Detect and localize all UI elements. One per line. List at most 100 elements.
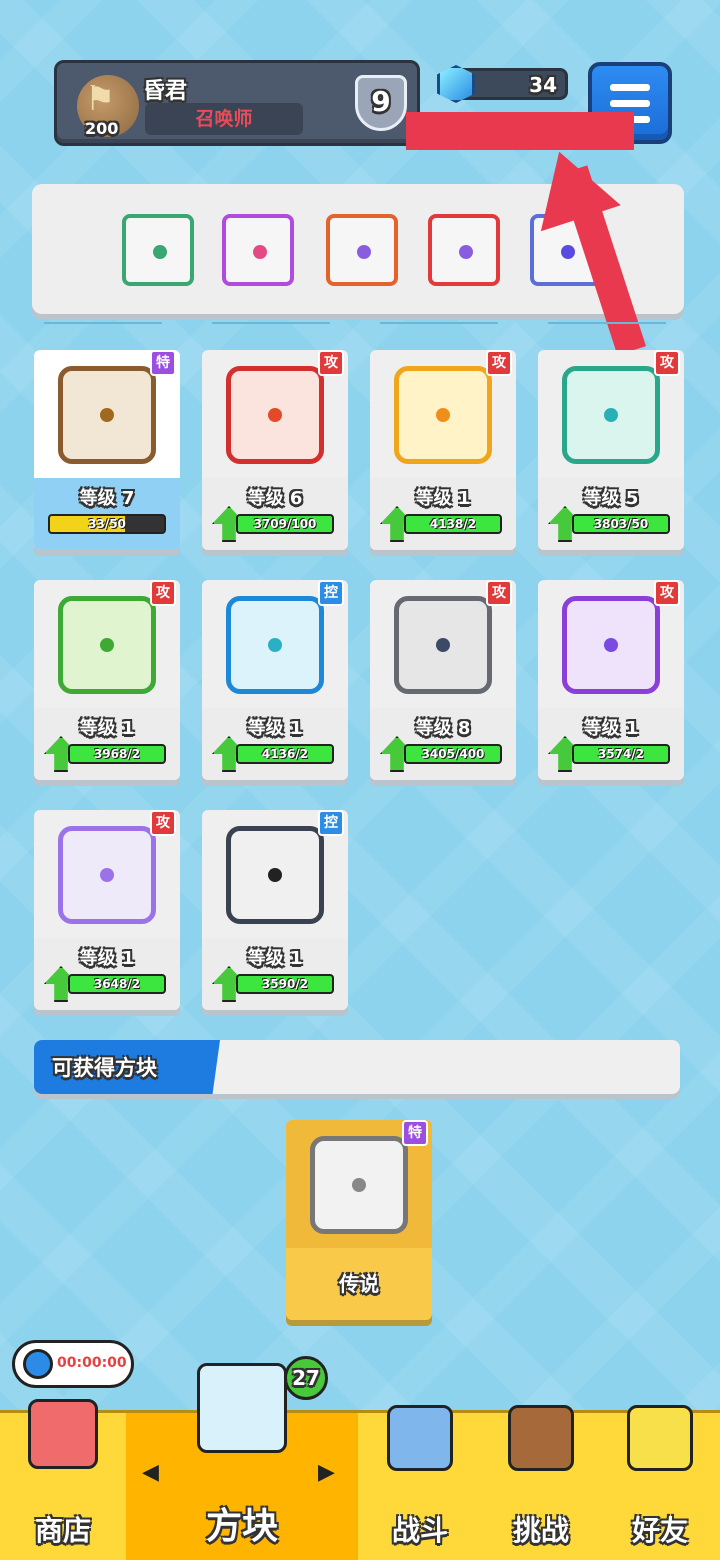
type-tag: 攻 xyxy=(486,580,512,606)
pip-icon xyxy=(253,245,267,259)
legend-label: 传说 xyxy=(339,1272,379,1296)
type-tag: 特 xyxy=(150,350,176,376)
xp-text: 33/50 xyxy=(88,517,126,531)
dice-icon xyxy=(58,826,156,924)
menu-icon-bar xyxy=(610,100,650,107)
gem-counter[interactable]: 34 xyxy=(437,65,568,103)
dice-box-icon xyxy=(197,1363,287,1453)
xp-bar: 3574/2 xyxy=(572,744,670,764)
pip-icon xyxy=(268,408,282,422)
stopwatch-icon xyxy=(23,1349,53,1379)
pip-icon xyxy=(459,245,473,259)
pip-icon xyxy=(436,638,450,652)
type-tag: 攻 xyxy=(150,580,176,606)
xp-bar: 3968/2 xyxy=(68,744,166,764)
divider xyxy=(212,322,330,324)
dice-card[interactable]: 控 等级 1 4136/2 xyxy=(202,580,348,780)
pip-icon xyxy=(268,868,282,882)
pip-icon xyxy=(100,408,114,422)
filter-all-icon[interactable] xyxy=(122,214,194,286)
xp-bar: 3709/100 xyxy=(236,514,334,534)
xp-text: 3405/400 xyxy=(421,747,485,761)
dice-card[interactable]: 攻 等级 8 3405/400 xyxy=(370,580,516,780)
dice-card[interactable]: 攻 等级 5 3803/50 xyxy=(538,350,684,550)
pip-icon xyxy=(100,868,114,882)
rank-number: 9 xyxy=(371,85,391,118)
type-tag: 攻 xyxy=(654,580,680,606)
type-tag: 攻 xyxy=(486,350,512,376)
xp-text: 4136/2 xyxy=(261,747,309,761)
type-tag: 特 xyxy=(402,1120,428,1146)
nav-challenge[interactable]: 挑战 xyxy=(482,1405,600,1560)
dice-card[interactable]: 攻 等级 1 3574/2 xyxy=(538,580,684,780)
card-level: 等级 1 xyxy=(247,718,303,739)
xp-bar: 33/50 xyxy=(48,514,166,534)
xp-text: 3803/50 xyxy=(593,517,649,531)
legend-dice-icon xyxy=(310,1136,408,1234)
challenge-icon xyxy=(508,1405,574,1471)
friends-icon xyxy=(627,1405,693,1471)
pip-icon xyxy=(268,638,282,652)
dice-card[interactable]: 控 等级 1 3590/2 xyxy=(202,810,348,1010)
bottom-nav: 商店 方块 战斗 挑战 好友 xyxy=(0,1363,720,1560)
xp-bar: 4136/2 xyxy=(236,744,334,764)
player-name: 昏君 xyxy=(143,79,188,104)
card-level: 等级 8 xyxy=(415,718,471,739)
obtainable-section-header: 可获得方块 xyxy=(34,1040,680,1094)
nav-battle-label: 战斗 xyxy=(391,1514,448,1547)
type-tag: 控 xyxy=(318,810,344,836)
card-level: 等级 6 xyxy=(247,488,303,509)
pip-icon xyxy=(604,638,618,652)
type-tag: 攻 xyxy=(150,810,176,836)
xp-text: 3709/100 xyxy=(253,517,317,531)
nav-friends[interactable]: 好友 xyxy=(600,1405,720,1560)
card-level: 等级 1 xyxy=(79,718,135,739)
chevron-right-icon[interactable]: ▶ xyxy=(318,1460,335,1485)
flag-icon: ⚑ xyxy=(85,79,116,119)
card-level: 等级 1 xyxy=(247,948,303,969)
dice-icon xyxy=(394,366,492,464)
gem-count: 34 xyxy=(529,73,557,97)
dice-icon xyxy=(58,596,156,694)
dice-card[interactable]: 攻 等级 1 3968/2 xyxy=(34,580,180,780)
chevron-left-icon[interactable]: ◀ xyxy=(142,1460,159,1485)
xp-bar: 3648/2 xyxy=(68,974,166,994)
obtainable-label: 可获得方块 xyxy=(52,1056,157,1080)
card-level: 等级 1 xyxy=(415,488,471,509)
filter-rainbow-icon[interactable] xyxy=(428,214,500,286)
xp-bar: 4138/2 xyxy=(404,514,502,534)
rank-badge: 9 xyxy=(349,71,413,135)
dice-icon xyxy=(226,366,324,464)
filter-combo-icon[interactable] xyxy=(222,214,294,286)
xp-text: 3574/2 xyxy=(597,747,645,761)
nav-shop[interactable]: 商店 xyxy=(0,1399,126,1560)
nav-friends-label: 好友 xyxy=(631,1514,688,1547)
battle-icon xyxy=(387,1405,453,1471)
card-level: 等级 1 xyxy=(583,718,639,739)
timer-bubble: 00:00:00 xyxy=(12,1340,134,1388)
dice-icon xyxy=(226,596,324,694)
nav-dice[interactable]: 方块 xyxy=(126,1363,358,1560)
timer-text: 00:00:00 xyxy=(57,1355,127,1371)
avatar-level: 200 xyxy=(85,119,119,138)
shop-icon xyxy=(28,1399,98,1469)
pip-icon xyxy=(352,1178,366,1192)
dice-icon xyxy=(562,366,660,464)
pip-icon xyxy=(436,408,450,422)
dice-icon xyxy=(58,366,156,464)
profile-panel[interactable]: ⚑ 200 昏君 召唤师 9 xyxy=(54,60,420,146)
card-level: 等级 5 xyxy=(583,488,639,509)
xp-bar: 3405/400 xyxy=(404,744,502,764)
dice-card[interactable]: 攻 等级 1 3648/2 xyxy=(34,810,180,1010)
divider xyxy=(548,322,666,324)
dice-card[interactable]: 攻 等级 1 4138/2 xyxy=(370,350,516,550)
dice-card[interactable]: 特 等级 7 33/50 xyxy=(34,350,180,550)
nav-battle[interactable]: 战斗 xyxy=(358,1405,482,1560)
legend-dice-card[interactable]: 特 传说 xyxy=(286,1120,432,1320)
dice-card[interactable]: 攻 等级 6 3709/100 xyxy=(202,350,348,550)
pip-icon xyxy=(100,638,114,652)
dice-icon xyxy=(226,826,324,924)
xp-bar: 3590/2 xyxy=(236,974,334,994)
filter-infinite-icon[interactable] xyxy=(326,214,398,286)
nav-shop-label: 商店 xyxy=(34,1514,91,1547)
